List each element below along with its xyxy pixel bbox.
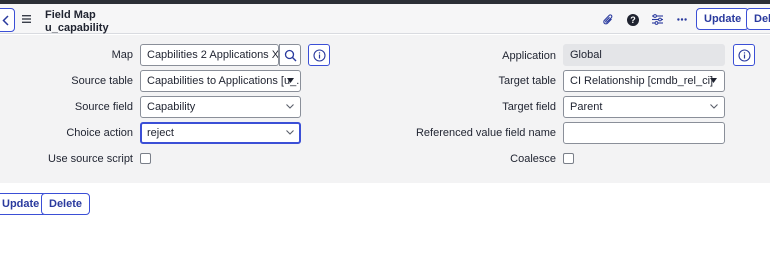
choice-action-label: Choice action xyxy=(66,127,133,139)
use-source-script-label: Use source script xyxy=(48,153,133,165)
map-input[interactable]: Capbilities 2 Applications XForm xyxy=(140,44,279,66)
header-delete-button[interactable]: Dele xyxy=(746,8,770,30)
info-icon xyxy=(313,49,326,62)
footer-delete-button[interactable]: Delete xyxy=(41,193,91,215)
search-icon xyxy=(284,49,297,62)
application-label: Application xyxy=(502,50,556,62)
coalesce-label: Coalesce xyxy=(510,153,556,165)
target-field-select[interactable]: Parent xyxy=(563,96,725,118)
source-table-select[interactable]: Capabilities to Applications [u_... xyxy=(140,70,301,92)
source-field-label: Source field xyxy=(74,101,133,113)
info-icon xyxy=(738,49,751,62)
target-table-value: CI Relationship [cmdb_rel_ci] xyxy=(570,75,714,87)
settings-sliders-icon[interactable] xyxy=(652,14,663,25)
coalesce-checkbox[interactable] xyxy=(563,153,574,164)
choice-action-select[interactable]: reject xyxy=(140,122,301,144)
caret-down-icon xyxy=(287,78,294,83)
caret-down-icon xyxy=(710,78,717,83)
target-table-select[interactable]: CI Relationship [cmdb_rel_ci] xyxy=(563,70,725,92)
source-table-label: Source table xyxy=(71,75,133,87)
form-header: Field Map u_capability ? Update Dele xyxy=(0,4,770,34)
source-field-select[interactable]: Capability xyxy=(140,96,301,118)
paperclip-icon[interactable] xyxy=(603,14,614,26)
more-options-icon[interactable] xyxy=(677,18,687,21)
help-icon[interactable]: ? xyxy=(627,14,639,26)
source-table-value: Capabilities to Applications [u_... xyxy=(147,75,301,87)
choice-action-value: reject xyxy=(147,127,174,139)
field-map-form: Map Capbilities 2 Applications XForm Sou… xyxy=(0,35,770,183)
referenced-value-field-name-input[interactable] xyxy=(563,122,725,144)
use-source-script-checkbox[interactable] xyxy=(140,153,151,164)
chevron-down-icon xyxy=(710,104,718,109)
target-field-value: Parent xyxy=(570,101,603,113)
source-field-value: Capability xyxy=(147,101,196,113)
target-table-label: Target table xyxy=(498,75,556,87)
map-info-button[interactable] xyxy=(308,44,330,66)
record-name: u_capability xyxy=(45,22,109,34)
chevron-left-icon xyxy=(2,15,9,26)
target-field-label: Target field xyxy=(502,101,556,113)
referenced-value-field-name-label: Referenced value field name xyxy=(415,127,556,139)
back-button[interactable] xyxy=(0,8,15,32)
svg-text:?: ? xyxy=(630,15,636,25)
header-update-button[interactable]: Update xyxy=(696,8,750,30)
hamburger-menu-icon[interactable] xyxy=(22,15,31,23)
map-lookup-button[interactable] xyxy=(279,44,301,66)
chevron-down-icon xyxy=(286,130,294,135)
map-label: Map xyxy=(111,49,133,61)
page-title: Field Map xyxy=(45,9,96,21)
application-info-button[interactable] xyxy=(733,44,755,66)
chevron-down-icon xyxy=(286,104,294,109)
application-field: Global xyxy=(563,44,725,66)
